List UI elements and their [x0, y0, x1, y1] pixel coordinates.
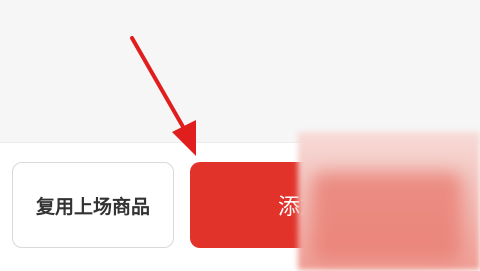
content-area [0, 0, 480, 142]
reuse-previous-products-button[interactable]: 复用上场商品 [12, 162, 174, 248]
reuse-button-label: 复用上场商品 [35, 195, 150, 218]
blurred-overlay [298, 132, 480, 270]
blurred-overlay-inner [312, 172, 462, 262]
